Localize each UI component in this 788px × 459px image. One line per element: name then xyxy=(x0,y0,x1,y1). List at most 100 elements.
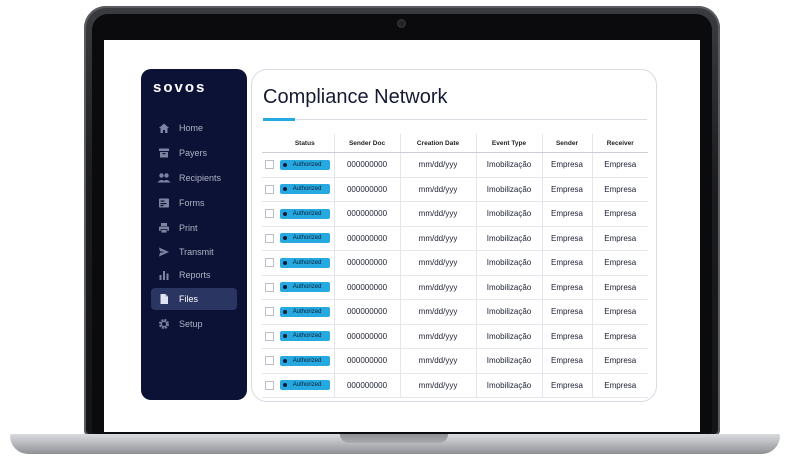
column-header-event-type[interactable]: Event Type xyxy=(475,134,542,153)
table-row[interactable]: Authorized 000000000 mm/dd/yyy Imobilização… xyxy=(262,250,648,276)
creation-date-cell: mm/dd/yyy xyxy=(399,152,476,178)
status-badge: Authorized xyxy=(279,306,330,317)
status-badge: Authorized xyxy=(279,380,330,391)
row-select-cell xyxy=(262,275,276,300)
row-select-cell xyxy=(262,324,276,349)
sidebar-item-reports[interactable]: Reports xyxy=(151,264,237,286)
row-checkbox[interactable] xyxy=(264,184,274,194)
row-checkbox[interactable] xyxy=(264,209,274,219)
sender-doc-cell: 000000000 xyxy=(333,152,400,178)
status-badge: Authorized xyxy=(279,184,330,195)
table-row[interactable]: Authorized 000000000 mm/dd/yyy Imobilização… xyxy=(262,226,648,251)
event-type-link[interactable]: Imobilização xyxy=(475,324,542,349)
status-text: Authorized xyxy=(292,382,322,389)
receiver-cell: Empresa xyxy=(591,299,648,325)
status-dot-icon xyxy=(282,236,287,241)
status-dot-icon xyxy=(282,358,287,363)
send-icon xyxy=(157,245,171,259)
creation-date-cell: mm/dd/yyy xyxy=(399,201,476,227)
column-header-sender[interactable]: Sender xyxy=(541,134,592,153)
row-select-cell xyxy=(262,177,276,202)
status-badge: Authorized xyxy=(279,355,330,366)
status-cell: Authorized xyxy=(276,299,334,325)
event-type-link[interactable]: Imobilização xyxy=(475,177,542,202)
sidebar-item-recipients[interactable]: Recipients xyxy=(151,167,237,189)
people-icon xyxy=(157,171,171,185)
sender-doc-cell: 000000000 xyxy=(333,373,400,398)
event-type-link[interactable]: Imobilização xyxy=(475,250,542,276)
receiver-cell: Empresa xyxy=(591,177,648,202)
table-row[interactable]: Authorized 000000000 mm/dd/yyy Imobilização… xyxy=(262,348,648,374)
sidebar-item-payers[interactable]: Payers xyxy=(151,142,237,164)
table-row[interactable]: Authorized 000000000 mm/dd/yyy Imobilização… xyxy=(262,373,648,398)
sender-cell: Empresa xyxy=(541,348,592,374)
event-type-link[interactable]: Imobilização xyxy=(475,373,542,398)
sidebar-item-label: Forms xyxy=(179,198,205,208)
event-type-link[interactable]: Imobilização xyxy=(475,299,542,325)
receiver-cell: Empresa xyxy=(591,348,648,374)
sidebar-item-setup[interactable]: Setup xyxy=(151,313,237,335)
row-checkbox[interactable] xyxy=(264,307,274,317)
status-badge: Authorized xyxy=(279,159,330,170)
column-header-creation-date[interactable]: Creation Date xyxy=(399,134,476,153)
column-header-status[interactable]: Status xyxy=(276,134,334,153)
laptop-screen: sovos Home Payers Recipients Forms Print… xyxy=(104,40,700,432)
status-text: Authorized xyxy=(292,186,322,193)
row-checkbox[interactable] xyxy=(264,233,274,243)
status-cell: Authorized xyxy=(276,275,334,300)
status-text: Authorized xyxy=(292,357,322,364)
sender-cell: Empresa xyxy=(541,250,592,276)
sidebar-item-transmit[interactable]: Transmit xyxy=(151,241,237,263)
row-select-cell xyxy=(262,152,276,178)
sidebar-item-print[interactable]: Print xyxy=(151,217,237,239)
row-checkbox[interactable] xyxy=(264,282,274,292)
event-type-link[interactable]: Imobilização xyxy=(475,226,542,251)
status-dot-icon xyxy=(282,211,287,216)
status-cell: Authorized xyxy=(276,348,334,374)
row-checkbox[interactable] xyxy=(264,331,274,341)
creation-date-cell: mm/dd/yyy xyxy=(399,226,476,251)
row-select-cell xyxy=(262,226,276,251)
status-text: Authorized xyxy=(292,308,322,315)
receiver-cell: Empresa xyxy=(591,275,648,300)
table-row[interactable]: Authorized 000000000 mm/dd/yyy Imobilização… xyxy=(262,299,648,325)
sender-doc-cell: 000000000 xyxy=(333,275,400,300)
sidebar-item-home[interactable]: Home xyxy=(151,117,237,139)
status-cell: Authorized xyxy=(276,201,334,227)
event-type-link[interactable]: Imobilização xyxy=(475,201,542,227)
row-checkbox[interactable] xyxy=(264,356,274,366)
event-type-link[interactable]: Imobilização xyxy=(475,275,542,300)
table-row[interactable]: Authorized 000000000 mm/dd/yyy Imobilização… xyxy=(262,275,648,300)
table-row[interactable]: Authorized 000000000 mm/dd/yyy Imobilização… xyxy=(262,324,648,349)
sidebar-item-files[interactable]: Files xyxy=(151,288,237,310)
column-header-sender-doc[interactable]: Sender Doc xyxy=(333,134,400,153)
status-badge: Authorized xyxy=(279,257,330,268)
main-panel: Compliance Network Status Sender Doc Cre… xyxy=(251,69,657,402)
row-checkbox[interactable] xyxy=(264,160,274,170)
receiver-cell: Empresa xyxy=(591,201,648,227)
column-header-receiver[interactable]: Receiver xyxy=(591,134,648,153)
status-cell: Authorized xyxy=(276,226,334,251)
event-type-link[interactable]: Imobilização xyxy=(475,348,542,374)
table-row[interactable]: Authorized 000000000 mm/dd/yyy Imobilização… xyxy=(262,152,648,178)
sidebar-item-forms[interactable]: Forms xyxy=(151,192,237,214)
gear-icon xyxy=(157,317,171,331)
forms-icon xyxy=(157,196,171,210)
row-select-cell xyxy=(262,299,276,325)
sidebar-item-label: Recipients xyxy=(179,173,222,183)
table-row[interactable]: Authorized 000000000 mm/dd/yyy Imobilização… xyxy=(262,201,648,227)
event-type-link[interactable]: Imobilização xyxy=(475,152,542,178)
status-dot-icon xyxy=(282,260,287,265)
title-accent-bar xyxy=(263,118,295,121)
creation-date-cell: mm/dd/yyy xyxy=(399,348,476,374)
row-checkbox[interactable] xyxy=(264,258,274,268)
status-text: Authorized xyxy=(292,235,322,242)
row-checkbox[interactable] xyxy=(264,380,274,390)
sender-cell: Empresa xyxy=(541,373,592,398)
table-row[interactable]: Authorized 000000000 mm/dd/yyy Imobilização… xyxy=(262,177,648,202)
row-select-cell xyxy=(262,348,276,374)
status-badge: Authorized xyxy=(279,331,330,342)
sidebar-item-label: Payers xyxy=(179,148,208,158)
receiver-cell: Empresa xyxy=(591,226,648,251)
creation-date-cell: mm/dd/yyy xyxy=(399,275,476,300)
